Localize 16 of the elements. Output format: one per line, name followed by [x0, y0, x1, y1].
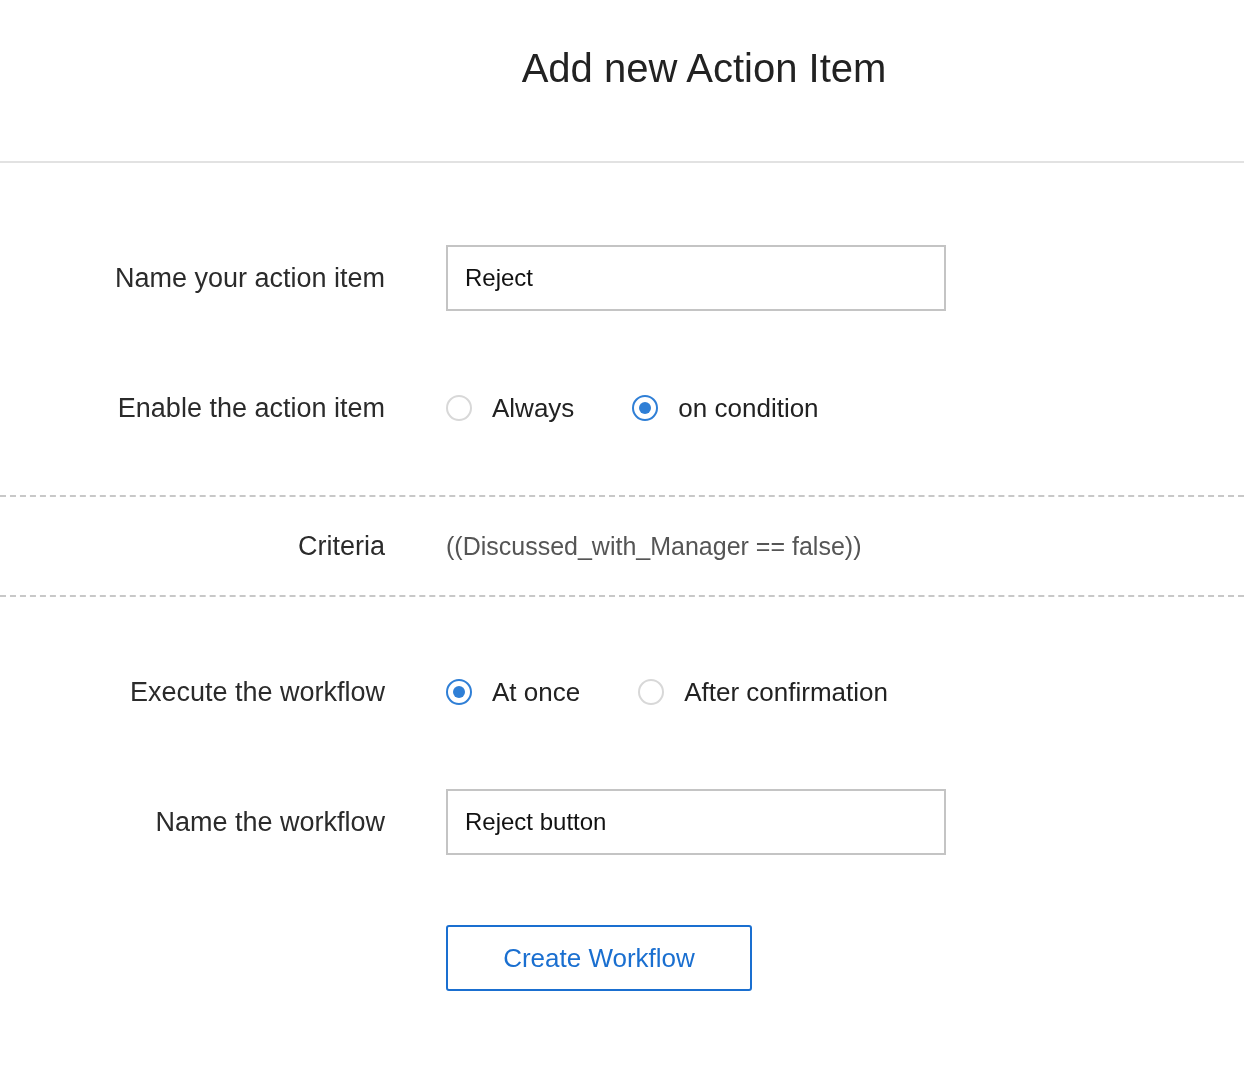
radio-button[interactable] — [632, 395, 659, 421]
input-field[interactable]: Reject — [446, 245, 946, 311]
input-field[interactable]: Reject button — [446, 789, 946, 855]
radio-button[interactable] — [446, 679, 472, 705]
option-label[interactable]: After confirmation — [684, 676, 888, 708]
field-label: Execute the workflow — [128, 676, 385, 708]
field-label: Criteria — [297, 530, 385, 562]
option-label[interactable]: on condition — [678, 392, 819, 424]
option-label[interactable]: Always — [492, 392, 575, 424]
dialog-title: Add new Action Item — [521, 46, 887, 92]
create-workflow-button[interactable]: Create Workflow — [446, 925, 752, 991]
field-label: Name your action item — [113, 262, 385, 294]
field-label: Enable the action item — [116, 392, 385, 424]
field-label: Name the workflow — [154, 806, 385, 838]
criteria-expression: ((Discussed_with_Manager == false)) — [446, 531, 862, 561]
option-label[interactable]: At once — [492, 676, 581, 708]
